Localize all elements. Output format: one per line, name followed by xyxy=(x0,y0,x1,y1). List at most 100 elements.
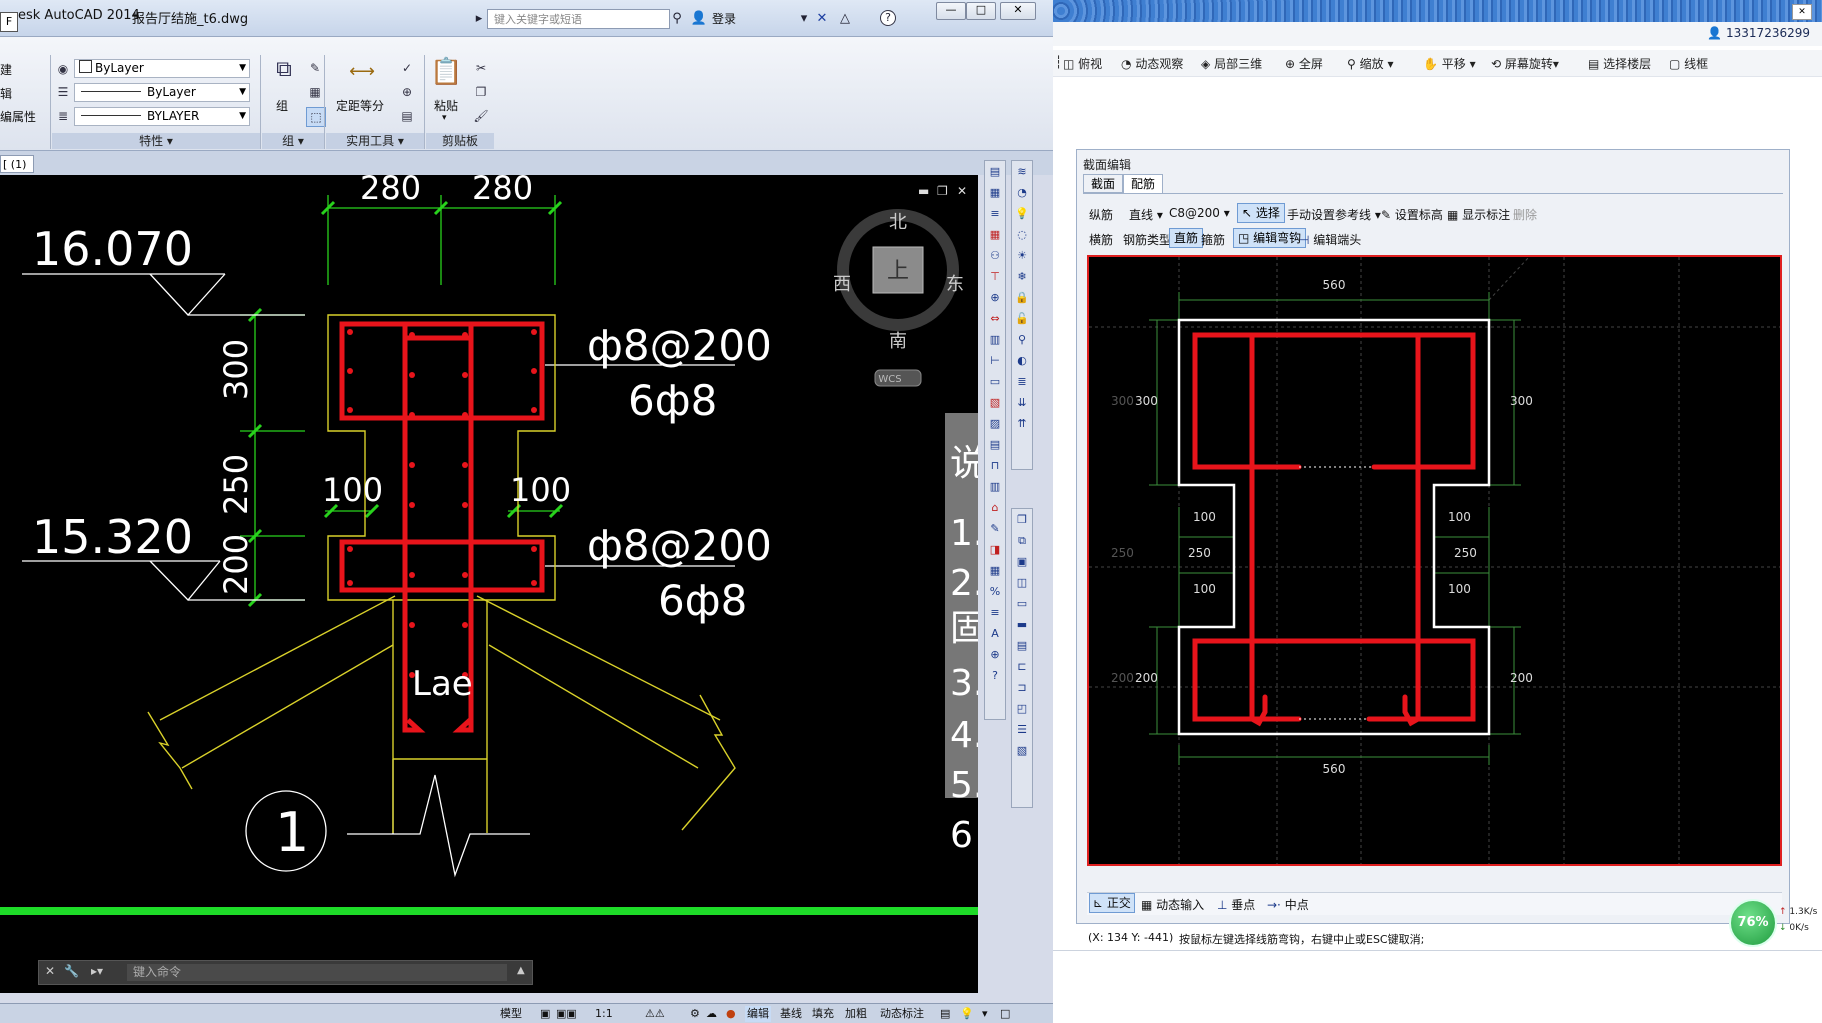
node-icon[interactable]: ⚇ xyxy=(985,245,1005,266)
maximize-button[interactable]: □ xyxy=(966,2,996,20)
user-account[interactable]: 👤 13317236299 xyxy=(1707,26,1810,40)
tb-local-3d[interactable]: ◈ 局部三维 xyxy=(1201,55,1262,72)
app-logo-icon[interactable]: F xyxy=(0,12,18,32)
command-history-arrow-icon[interactable]: ▲ xyxy=(517,965,525,976)
panel-title-group[interactable]: 组 ▾ xyxy=(262,133,324,149)
search-input[interactable]: 键入关键字或短语 xyxy=(487,9,670,29)
lineweight-icon[interactable]: ≣ xyxy=(54,107,72,125)
lineweight-combo[interactable]: BYLAYER ▼ xyxy=(74,107,250,126)
wrench-icon[interactable]: 🔧 xyxy=(64,964,79,978)
dropdown-arrow-icon[interactable]: ▾ xyxy=(795,10,813,28)
chamfer-icon[interactable]: ◰ xyxy=(1012,698,1032,719)
close-button[interactable]: ✕ xyxy=(1000,2,1036,20)
tb-orbit[interactable]: ◔ 动态观察 xyxy=(1121,55,1183,72)
lock-status-icon[interactable]: ● xyxy=(726,1006,736,1022)
exchange-x-icon[interactable]: ✕ xyxy=(813,10,831,28)
list-icon[interactable]: ☰ xyxy=(1012,719,1032,740)
command-input[interactable]: 键入命令 xyxy=(127,964,507,981)
tab-section[interactable]: 截面 xyxy=(1083,174,1123,193)
text-icon[interactable]: A xyxy=(985,623,1005,644)
section-icon[interactable]: ⊢ xyxy=(985,350,1005,371)
bulb-icon[interactable]: 💡 xyxy=(1012,203,1032,224)
straight-button[interactable]: 直筋 xyxy=(1169,228,1204,248)
status-dynamic-dim[interactable]: 动态标注 xyxy=(880,1006,924,1022)
paste-button[interactable]: 粘贴 xyxy=(434,97,458,114)
help-round-icon[interactable]: ? xyxy=(985,665,1005,686)
viewport-restore-button[interactable]: ❐ xyxy=(937,184,948,198)
pipe-icon[interactable]: ⊤ xyxy=(985,266,1005,287)
offset-icon[interactable]: ⧉ xyxy=(1012,530,1032,551)
ortho-toggle[interactable]: ⊾ 正交 xyxy=(1089,893,1135,913)
viewcube-north[interactable]: 北 xyxy=(889,212,907,233)
status-scale[interactable]: 1:1 xyxy=(595,1006,613,1022)
cut-icon[interactable]: ✂ xyxy=(472,59,490,77)
column-icon[interactable]: ▥ xyxy=(985,329,1005,350)
search-arrow-icon[interactable]: ▸ xyxy=(470,10,488,28)
layout-icon-b[interactable]: ▣▣ xyxy=(556,1006,577,1022)
hatch-lines-icon[interactable]: ▧ xyxy=(1012,740,1032,761)
ribbon-cut-label-3[interactable]: 编属性 xyxy=(0,108,36,125)
table-icon[interactable]: ▥ xyxy=(985,476,1005,497)
tray-icon-a[interactable]: ▤ xyxy=(940,1006,950,1022)
gear-icon[interactable]: ⚙ xyxy=(690,1006,700,1022)
match-properties-icon[interactable]: 🖌 xyxy=(472,107,490,125)
status-edit[interactable]: 编辑 xyxy=(745,1006,771,1022)
tb-fullscreen[interactable]: ⊕ 全屏 xyxy=(1285,55,1323,72)
quick-calc-icon[interactable]: ✓ xyxy=(398,59,416,77)
drawing-canvas[interactable]: 280 280 16.070 15.320 300 250 200 100 10… xyxy=(0,175,978,993)
group-edit-icon[interactable]: ▦ xyxy=(306,83,324,101)
wall-icon[interactable]: ▭ xyxy=(985,371,1005,392)
group-icon[interactable]: ⧉ xyxy=(266,57,302,87)
break-icon[interactable]: ⊏ xyxy=(1012,656,1032,677)
color-wheel-icon[interactable]: ◉ xyxy=(54,60,72,78)
set-label-button[interactable]: ✎ 设置标高 xyxy=(1381,206,1443,223)
id-point-icon[interactable]: ⊕ xyxy=(398,83,416,101)
layer-properties-icon[interactable]: ▦ xyxy=(985,182,1005,203)
panel-title-clipboard[interactable]: 剪贴板 xyxy=(426,133,494,149)
manual-ref-dropdown[interactable]: 手动设置参考线 ▾ xyxy=(1287,206,1381,223)
pencil-icon[interactable]: ✎ xyxy=(985,518,1005,539)
beam-icon[interactable]: ⇔ xyxy=(985,308,1005,329)
tb-select-floor[interactable]: ▤ 选择楼层 xyxy=(1588,55,1651,72)
ribbon-cut-label-2[interactable]: 辑 xyxy=(0,85,12,102)
ribbon-cut-label-1[interactable]: 建 xyxy=(0,61,12,78)
freeze-icon[interactable]: ❄ xyxy=(1012,266,1032,287)
mirror-icon[interactable]: ◫ xyxy=(1012,572,1032,593)
perpendicular-toggle[interactable]: ⊥ 垂点 xyxy=(1217,896,1255,913)
merge-icon[interactable]: ≣ xyxy=(1012,371,1032,392)
layout-icon-a[interactable]: ▣ xyxy=(540,1006,550,1022)
linetype-icon[interactable]: ☰ xyxy=(54,83,72,101)
copy-obj-icon[interactable]: ❐ xyxy=(1012,509,1032,530)
network-speed-widget[interactable]: 76% ↑ 1.3K/s ↓ 0K/s xyxy=(1723,899,1822,951)
viewcube-west[interactable]: 西 xyxy=(833,274,851,295)
layer-manager-icon[interactable]: ▤ xyxy=(985,161,1005,182)
stirrup-button[interactable]: 箍筋 xyxy=(1201,231,1225,248)
help-icon[interactable]: ? xyxy=(880,10,896,26)
paste-dropdown-icon[interactable]: ▾ xyxy=(442,113,447,123)
delete-button[interactable]: 删除 xyxy=(1513,206,1537,223)
command-line[interactable]: ✕ 🔧 ▸▾ 键入命令 ▲ xyxy=(38,960,533,985)
join-icon[interactable]: ⊐ xyxy=(1012,677,1032,698)
scale-100-icon[interactable]: % xyxy=(985,581,1005,602)
select-button[interactable]: ↖ 选择 xyxy=(1237,203,1285,223)
panel-title-properties[interactable]: 特性 ▾ xyxy=(52,133,260,149)
status-fill[interactable]: 填充 xyxy=(812,1006,834,1022)
array-icon[interactable]: ▣ xyxy=(1012,551,1032,572)
status-bold[interactable]: 加粗 xyxy=(845,1006,867,1022)
status-baseline[interactable]: 基线 xyxy=(780,1006,802,1022)
group-button[interactable]: 组 xyxy=(276,97,288,114)
stretch-icon[interactable]: ▭ xyxy=(1012,593,1032,614)
linetype-combo[interactable]: ByLayer ▼ xyxy=(74,83,250,102)
layer-down-icon[interactable]: ⇊ xyxy=(1012,392,1032,413)
hatch-icon[interactable]: ◨ xyxy=(985,539,1005,560)
status-model[interactable]: 模型 xyxy=(500,1006,522,1022)
snap-point-icon[interactable]: ⊕ xyxy=(985,287,1005,308)
tb-pan[interactable]: ✋ 平移 ▾ xyxy=(1423,55,1476,72)
edit-hook-button[interactable]: ◳ 编辑弯钩 xyxy=(1233,228,1307,248)
dynamic-input-toggle[interactable]: ▦ 动态输入 xyxy=(1141,896,1204,913)
viewcube-east[interactable]: 东 xyxy=(946,274,964,295)
close-icon[interactable]: ✕ xyxy=(45,964,55,978)
layout-icon[interactable]: ▨ xyxy=(985,413,1005,434)
unlock-icon[interactable]: 🔓 xyxy=(1012,308,1032,329)
document-tab[interactable]: [ (1) xyxy=(0,155,34,173)
